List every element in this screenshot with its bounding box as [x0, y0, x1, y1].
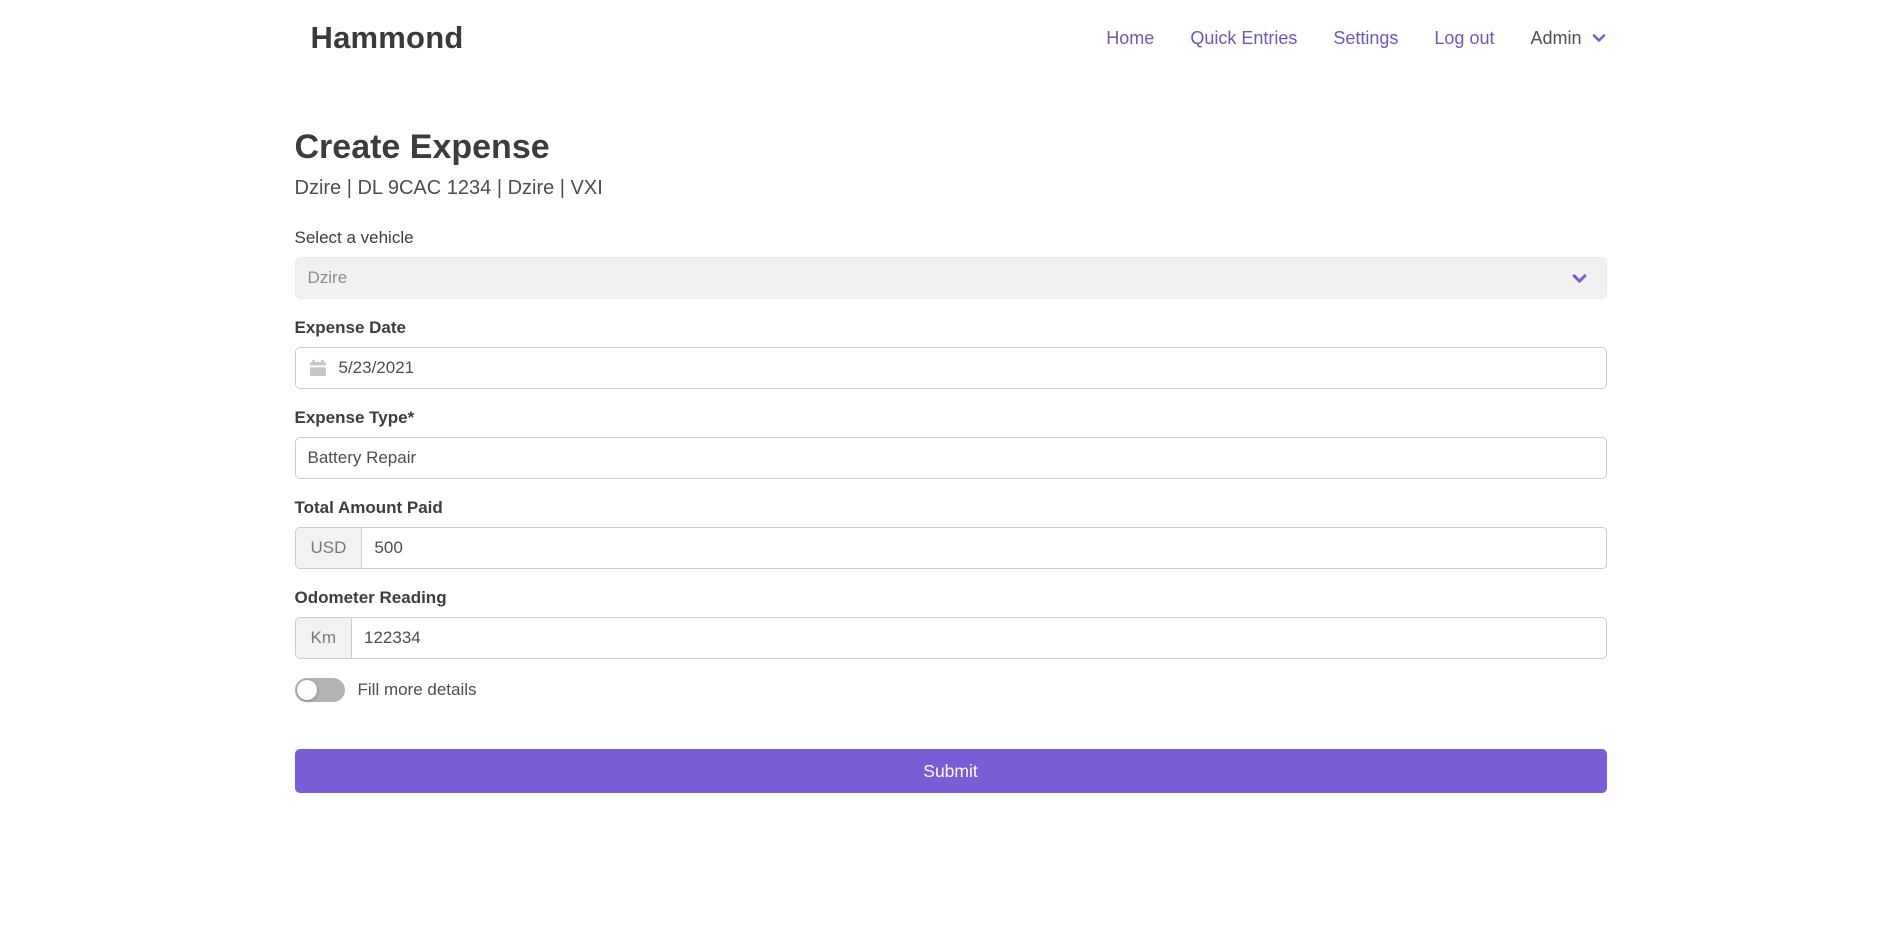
expense-type-input[interactable]	[296, 438, 1606, 478]
nav-item-home[interactable]: Home	[1106, 28, 1154, 49]
main-nav: Home Quick Entries Settings Log out Admi…	[1106, 28, 1606, 49]
page-title: Create Expense	[295, 128, 1607, 167]
distance-unit-addon: Km	[296, 618, 353, 658]
total-amount-field-group: Total Amount Paid USD	[295, 498, 1607, 569]
expense-date-label: Expense Date	[295, 318, 1607, 338]
nav-item-settings[interactable]: Settings	[1333, 28, 1398, 49]
chevron-down-icon	[1591, 30, 1607, 46]
vehicle-field-group: Select a vehicle Dzire	[295, 228, 1607, 299]
nav-item-quick-entries[interactable]: Quick Entries	[1190, 28, 1297, 49]
total-amount-label: Total Amount Paid	[295, 498, 1607, 518]
brand-logo[interactable]: Hammond	[295, 20, 464, 56]
expense-date-input[interactable]	[327, 348, 1606, 388]
odometer-input[interactable]	[352, 618, 1606, 658]
odometer-label: Odometer Reading	[295, 588, 1607, 608]
expense-type-field-group: Expense Type*	[295, 408, 1607, 479]
vehicle-label: Select a vehicle	[295, 228, 1607, 248]
more-details-row: Fill more details	[295, 678, 1607, 702]
app-header: Hammond Home Quick Entries Settings Log …	[0, 0, 1901, 76]
more-details-toggle[interactable]	[295, 678, 345, 702]
more-details-label: Fill more details	[358, 680, 477, 700]
user-menu-label: Admin	[1530, 28, 1581, 49]
toggle-knob	[297, 680, 317, 700]
total-amount-input[interactable]	[362, 528, 1605, 568]
vehicle-summary: Dzire | DL 9CAC 1234 | Dzire | VXI	[295, 177, 1607, 200]
odometer-field-group: Odometer Reading Km	[295, 588, 1607, 659]
nav-item-logout[interactable]: Log out	[1434, 28, 1494, 49]
expense-type-label: Expense Type*	[295, 408, 1607, 428]
vehicle-select[interactable]: Dzire	[295, 257, 1607, 299]
currency-addon: USD	[296, 528, 363, 568]
chevron-down-icon	[1571, 270, 1588, 287]
user-menu-admin[interactable]: Admin	[1530, 28, 1606, 49]
expense-date-field-group: Expense Date	[295, 318, 1607, 389]
calendar-icon	[309, 359, 327, 377]
total-amount-input-wrap: USD	[295, 527, 1607, 569]
main-content: Create Expense Dzire | DL 9CAC 1234 | Dz…	[295, 128, 1607, 793]
odometer-input-wrap: Km	[295, 617, 1607, 659]
vehicle-select-value: Dzire	[308, 268, 348, 288]
create-expense-form: Select a vehicle Dzire Expense Date	[295, 228, 1607, 793]
expense-type-input-wrap	[295, 437, 1607, 479]
submit-button[interactable]: Submit	[295, 749, 1607, 793]
expense-date-input-wrap	[295, 347, 1607, 389]
